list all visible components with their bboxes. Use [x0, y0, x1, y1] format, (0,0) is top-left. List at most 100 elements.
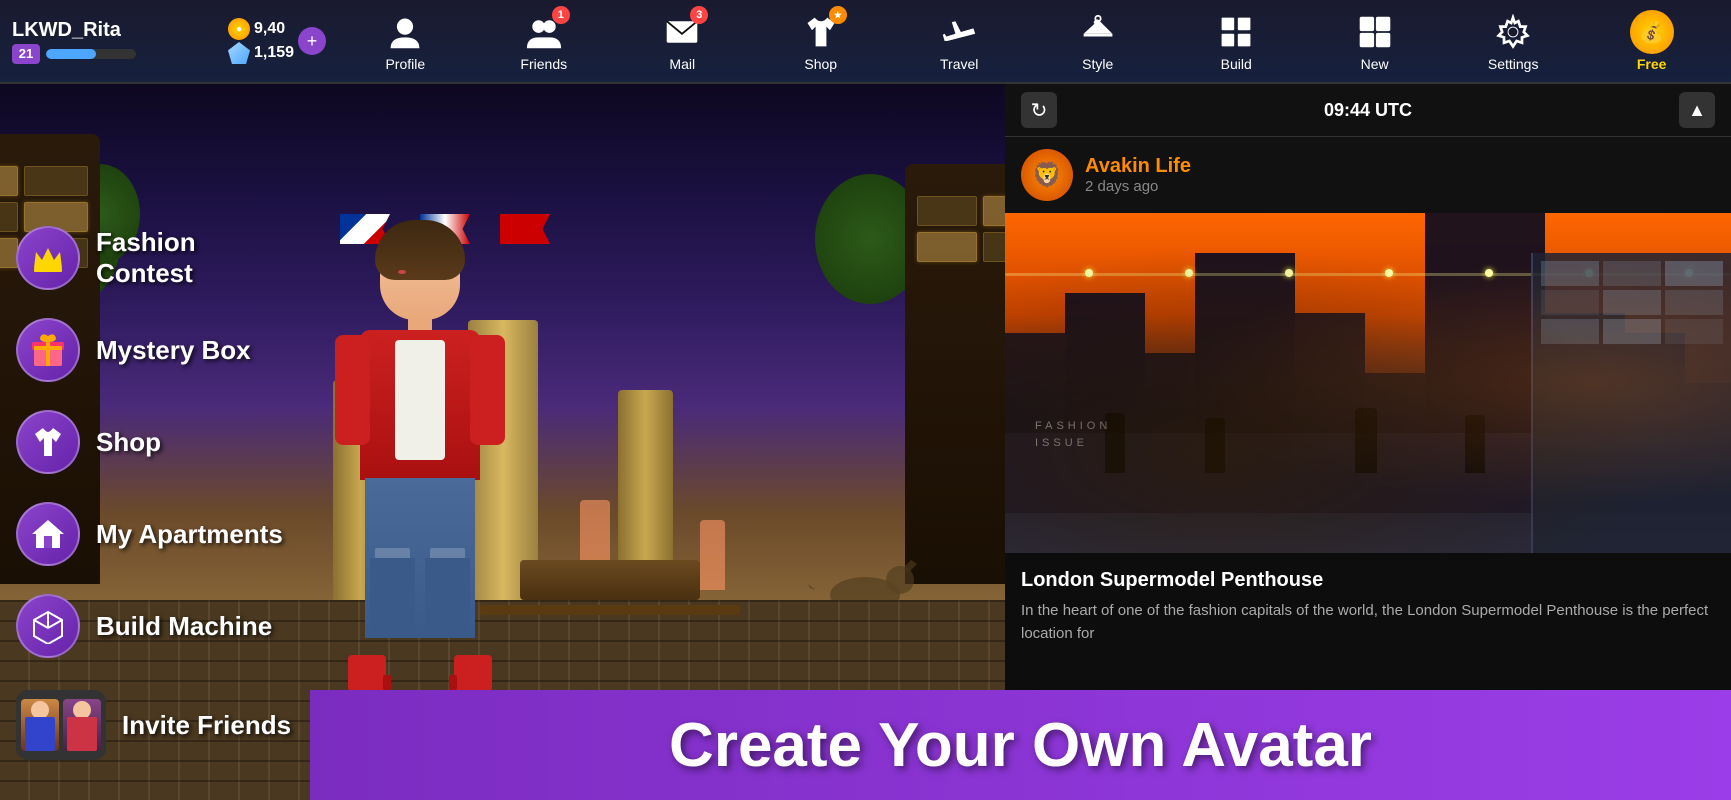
avatar-shoe-right [454, 655, 492, 690]
menu-item-invite-friends[interactable]: Invite Friends [0, 680, 310, 770]
avatar-head [380, 230, 460, 320]
build-machine-icon-circle [16, 594, 80, 658]
npc-figure-2 [700, 520, 725, 590]
window-cell [983, 232, 1006, 262]
user-info-panel: LKWD_Rita 21 [0, 11, 220, 72]
coin-amount: 9,40 [254, 20, 285, 38]
coins-row: ● 9,40 [228, 18, 294, 40]
right-panel-header: ↻ 09:44 UTC ▲ [1005, 84, 1731, 137]
nav-item-friends[interactable]: 1 Friends [504, 6, 584, 76]
avatar-left-sleeve [335, 335, 370, 445]
xp-fill [46, 49, 96, 59]
post-image-overlay [1005, 213, 1731, 553]
avatar-shirt [395, 340, 445, 460]
nav-settings-label: Settings [1488, 56, 1539, 72]
venue-title: London Supermodel Penthouse [1021, 569, 1715, 592]
window-cell [983, 196, 1006, 226]
menu-item-shop-side[interactable]: Shop [0, 400, 310, 484]
nav-item-shop[interactable]: ★ Shop [781, 6, 861, 76]
diamond-icon [228, 42, 250, 64]
menu-item-build-machine[interactable]: Build Machine [0, 584, 310, 668]
settings-icon-wrap [1491, 10, 1535, 54]
avatar-shoe-left [348, 655, 386, 690]
currency-area: ● 9,40 1,159 [228, 18, 294, 64]
nav-free-label: Free [1637, 56, 1667, 72]
nav-travel-label: Travel [940, 56, 978, 72]
mystery-box-label: Mystery Box [96, 335, 251, 366]
mystery-box-icon-circle [16, 318, 80, 382]
avatar-lips [398, 270, 406, 274]
post-author-header: 🦁 Avakin Life 2 days ago [1005, 137, 1731, 213]
banner-text: Create Your Own Avatar [669, 710, 1372, 781]
style-hanger-icon [1080, 14, 1116, 50]
nav-items-container: Profile 1 Friends 3 M [326, 6, 1731, 76]
heel-right [449, 675, 457, 690]
diamonds-row: 1,159 [228, 42, 294, 64]
add-currency-button[interactable]: + [298, 27, 326, 55]
menu-item-my-apartments[interactable]: My Apartments [0, 492, 310, 576]
nav-item-new[interactable]: New [1335, 6, 1415, 76]
nav-item-profile[interactable]: Profile [365, 6, 445, 76]
window-cell [917, 196, 977, 226]
upload-button[interactable]: ▲ [1679, 92, 1715, 128]
nav-item-settings[interactable]: Settings [1473, 6, 1553, 76]
fashion-contest-icon [16, 226, 80, 290]
avatar-jeans [365, 478, 475, 638]
coin-icon: ● [228, 18, 250, 40]
heel-left [383, 675, 391, 690]
diamond-amount: 1,159 [254, 44, 294, 62]
refresh-button[interactable]: ↻ [1021, 92, 1057, 128]
free-coin-icon: 💰 [1630, 10, 1674, 54]
nav-style-label: Style [1082, 56, 1113, 72]
nav-item-travel[interactable]: Travel [919, 6, 999, 76]
nav-shop-label: Shop [804, 56, 837, 72]
time-display: 09:44 UTC [1324, 100, 1412, 121]
jeans-left-leg [370, 558, 415, 638]
nav-item-build[interactable]: Build [1196, 6, 1276, 76]
building-right [905, 164, 1005, 584]
picnic-table [520, 560, 700, 600]
apartments-label: My Apartments [96, 519, 283, 550]
post-description: In the heart of one of the fashion capit… [1021, 600, 1715, 645]
build-machine-label: Build Machine [96, 611, 272, 642]
fashion-contest-label: Fashion Contest [96, 227, 294, 289]
build-icon-wrap [1214, 10, 1258, 54]
menu-item-mystery-box[interactable]: Mystery Box [0, 308, 310, 392]
style-icon-wrap [1076, 10, 1120, 54]
crown-icon [30, 240, 66, 276]
jeans-right-leg [425, 558, 470, 638]
friends-icon-wrap: 1 [522, 10, 566, 54]
nav-item-free[interactable]: 💰 Free [1612, 6, 1692, 76]
house-icon [30, 516, 66, 552]
gift-icon [30, 332, 66, 368]
shop-icon-wrap: ★ [799, 10, 843, 54]
window-cell [917, 232, 977, 262]
news-post: 🦁 Avakin Life 2 days ago [1005, 137, 1731, 754]
nav-build-label: Build [1221, 56, 1252, 72]
picnic-bench-1 [480, 605, 740, 615]
shirt-side-icon [30, 424, 66, 460]
travel-plane-icon [941, 14, 977, 50]
nav-item-mail[interactable]: 3 Mail [642, 6, 722, 76]
avatar-right-sleeve [470, 335, 505, 445]
cube-icon [30, 608, 66, 644]
profile-icon [387, 14, 423, 50]
profile-icon-wrap [383, 10, 427, 54]
level-badge: 21 [12, 44, 40, 64]
post-author-name: Avakin Life [1085, 155, 1191, 178]
top-navigation: LKWD_Rita 21 ● 9,40 1,159 + [0, 0, 1731, 84]
create-avatar-banner[interactable]: Create Your Own Avatar [310, 690, 1731, 800]
mail-icon-wrap: 3 [660, 10, 704, 54]
shop-badge: ★ [829, 6, 847, 24]
nav-item-style[interactable]: Style [1058, 6, 1138, 76]
menu-item-fashion-contest[interactable]: Fashion Contest [0, 216, 310, 300]
build-icon [1218, 14, 1254, 50]
nav-friends-label: Friends [520, 56, 567, 72]
post-scene-bg: FASHIONISSUE [1005, 213, 1731, 553]
new-icon-wrap [1353, 10, 1397, 54]
side-menu: Fashion Contest Mystery Box Shop [0, 84, 310, 800]
level-bar-container: 21 [12, 44, 208, 64]
avatar-jacket [360, 330, 480, 480]
invite-friends-label: Invite Friends [122, 710, 291, 741]
post-image: FASHIONISSUE [1005, 213, 1731, 553]
